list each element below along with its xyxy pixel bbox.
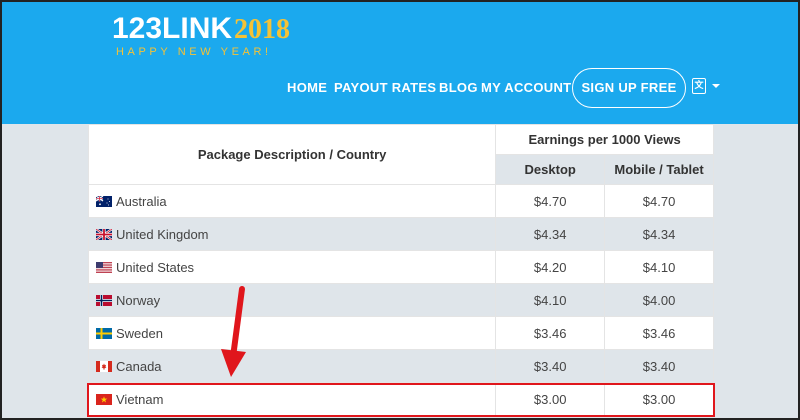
header-mobile-tablet: Mobile / Tablet [604, 154, 714, 185]
mobile-rate: $3.00 [604, 382, 714, 416]
country-name: Canada [116, 358, 162, 374]
caret-down-icon [712, 84, 720, 88]
table-row: United States $4.20 $4.10 [87, 250, 714, 284]
language-selector[interactable]: 文 [692, 78, 722, 98]
nav-payout-rates[interactable]: PAYOUT RATES [334, 80, 436, 95]
mobile-rate: $4.00 [604, 283, 714, 317]
site-logo[interactable]: 123LINK2018 HAPPY NEW YEAR! [112, 12, 302, 60]
translate-icon: 文 [692, 78, 706, 94]
nav-home[interactable]: HOME [287, 80, 327, 95]
country-name: Norway [116, 292, 161, 308]
logo-tagline: HAPPY NEW YEAR! [116, 46, 272, 58]
header-earnings: Earnings per 1000 Views [495, 124, 714, 155]
country-cell: Australia [87, 184, 497, 218]
mobile-rate: $4.10 [604, 250, 714, 284]
table-row: Vietnam $3.00 $3.00 [87, 382, 714, 416]
flag-canada-icon [96, 360, 112, 372]
desktop-rate: $3.00 [495, 382, 606, 416]
table-row: Canada $3.40 $3.40 [87, 349, 714, 383]
mobile-rate: $3.40 [604, 349, 714, 383]
country-name: Vietnam [116, 391, 164, 407]
sign-up-button[interactable]: SIGN UP FREE [572, 68, 686, 108]
main-nav: HOME PAYOUT RATES BLOG MY ACCOUNT SIGN U… [0, 68, 800, 108]
country-cell: Norway [87, 283, 497, 317]
mobile-rate: $4.34 [604, 217, 714, 251]
flag-us-icon [96, 261, 112, 273]
table-row: Australia $4.70 $4.70 [87, 184, 714, 218]
country-name: Australia [116, 193, 167, 209]
country-cell: United States [87, 250, 497, 284]
table-row: Sweden $3.46 $3.46 [87, 316, 714, 350]
country-cell: Vietnam [87, 382, 497, 416]
desktop-rate: $3.46 [495, 316, 606, 350]
table-row: United Kingdom $4.34 $4.34 [87, 217, 714, 251]
nav-blog[interactable]: BLOG [439, 80, 478, 95]
header-package-country: Package Description / Country [87, 124, 497, 185]
flag-vietnam-icon [96, 393, 112, 405]
flag-australia-icon [96, 195, 112, 207]
country-cell: Canada [87, 349, 497, 383]
header-desktop: Desktop [495, 154, 606, 185]
desktop-rate: $4.20 [495, 250, 606, 284]
country-name: Sweden [116, 325, 163, 341]
flag-sweden-icon [96, 327, 112, 339]
logo-text: 123LINK [112, 12, 233, 45]
payout-rates-table: Package Description / Country Earnings p… [87, 124, 714, 416]
country-cell: Sweden [87, 316, 497, 350]
logo-year: 2018 [234, 14, 291, 45]
desktop-rate: $4.34 [495, 217, 606, 251]
country-name: United States [116, 259, 195, 275]
country-cell: United Kingdom [87, 217, 497, 251]
desktop-rate: $4.10 [495, 283, 606, 317]
country-name: United Kingdom [116, 226, 209, 242]
flag-uk-icon [96, 228, 112, 240]
table-row: Norway $4.10 $4.00 [87, 283, 714, 317]
desktop-rate: $3.40 [495, 349, 606, 383]
desktop-rate: $4.70 [495, 184, 606, 218]
mobile-rate: $3.46 [604, 316, 714, 350]
mobile-rate: $4.70 [604, 184, 714, 218]
flag-norway-icon [96, 294, 112, 306]
red-arrow-annotation [221, 286, 246, 377]
nav-my-account[interactable]: MY ACCOUNT [481, 80, 571, 95]
site-header: 123LINK2018 HAPPY NEW YEAR! HOME PAYOUT … [0, 0, 800, 124]
